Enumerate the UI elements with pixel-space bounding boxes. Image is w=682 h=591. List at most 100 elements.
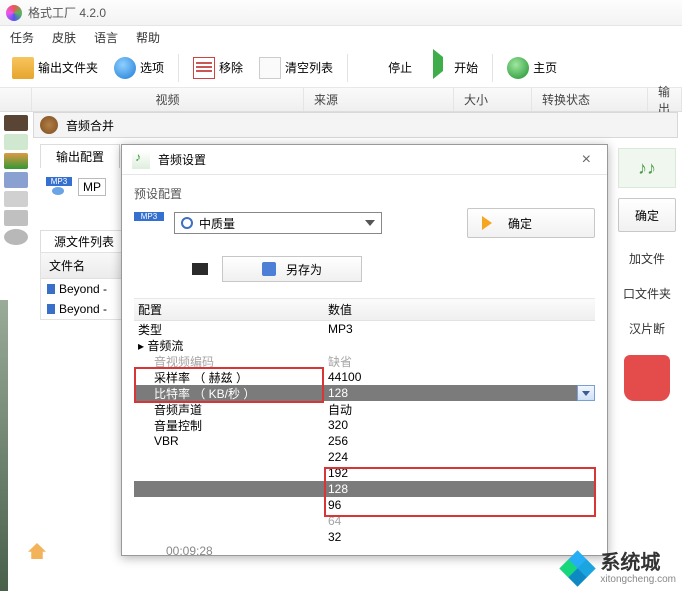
dropdown-256[interactable]: 256 — [324, 434, 595, 448]
row-bitrate-label[interactable]: 比特率 （ KB/秒 ） — [134, 385, 324, 402]
ok-right-button[interactable]: 确定 — [618, 198, 676, 232]
mp3-format-block: MP — [46, 174, 106, 200]
window-title: 格式工厂 4.2.0 — [28, 4, 106, 21]
clear-button[interactable]: 清空列表 — [253, 54, 339, 82]
merge-icon — [40, 116, 58, 134]
dial-icon — [181, 217, 193, 229]
start-button[interactable]: 开始 — [422, 54, 484, 82]
col-status[interactable]: 转换状态 — [532, 88, 648, 111]
quality-value: 中质量 — [199, 215, 235, 232]
arrow-right-icon — [482, 216, 492, 230]
row-vbr-label[interactable]: VBR — [134, 434, 324, 448]
col-output[interactable]: 输出 — [648, 88, 682, 111]
menu-task[interactable]: 任务 — [10, 29, 34, 46]
cat-doc-icon[interactable] — [4, 172, 28, 188]
dropdown-128[interactable]: 128 — [324, 482, 595, 496]
dialog-ok-button[interactable]: 确定 — [467, 208, 595, 238]
row-codec-label: 音视频编码 — [134, 353, 324, 370]
cat-device-icon[interactable] — [4, 191, 28, 207]
add-file-label[interactable]: 加文件 — [618, 250, 676, 267]
mp3-label[interactable]: MP — [78, 178, 106, 196]
menu-skin[interactable]: 皮肤 — [52, 29, 76, 46]
home-button[interactable]: 主页 — [501, 54, 563, 82]
watermark-logo: 系统城xitongcheng.com — [562, 552, 676, 585]
menu-help[interactable]: 帮助 — [136, 29, 160, 46]
remove-button[interactable]: 移除 — [187, 54, 249, 82]
dropdown-96[interactable]: 96 — [324, 498, 595, 512]
output-config-tab[interactable]: 输出配置 — [40, 144, 120, 168]
home-icon[interactable] — [28, 543, 46, 559]
right-panel: ♪♪ 确定 加文件 口文件夹 汉片断 — [612, 144, 682, 407]
column-headers: 视频 来源 大小 转换状态 输出 — [0, 88, 682, 112]
row-type-value: MP3 — [324, 322, 595, 336]
dialog-titlebar: 音频设置 × — [122, 145, 607, 175]
dropdown-320[interactable]: 320 — [324, 418, 595, 432]
open-folder-label[interactable]: 口文件夹 — [618, 285, 676, 302]
preset-label: 预设配置 — [134, 185, 595, 202]
dropdown-arrow-button[interactable] — [577, 385, 595, 401]
dropdown-32[interactable]: 32 — [324, 530, 595, 544]
settings-grid: 配置 数值 类型MP3 ▸ 音频流 音视频编码缺省 采样率 （ 赫兹 ）4410… — [134, 298, 595, 545]
merge-label: 音频合并 — [66, 117, 114, 134]
row-stream-label[interactable]: ▸ 音频流 — [134, 337, 324, 354]
category-sidebar — [0, 112, 32, 248]
music-thumb: ♪♪ — [618, 148, 676, 188]
row-volume-label[interactable]: 音量控制 — [134, 417, 324, 434]
stop-button[interactable]: 停止 — [356, 54, 418, 82]
dropdown-64[interactable]: 64 — [324, 514, 595, 528]
source-file-row[interactable]: Beyond - — [41, 279, 129, 299]
audio-merge-bar: 音频合并 — [33, 112, 678, 138]
main-toolbar: 输出文件夹 选项 移除 清空列表 停止 开始 主页 — [0, 48, 682, 88]
cat-disc-icon[interactable] — [4, 210, 28, 226]
folder-icon — [12, 57, 34, 79]
source-list-tab[interactable]: 源文件列表 — [40, 230, 128, 252]
row-channel-label[interactable]: 音频声道 — [134, 401, 324, 418]
menu-lang[interactable]: 语言 — [94, 29, 118, 46]
grid-col-value[interactable]: 数值 — [324, 301, 595, 318]
globe-icon — [507, 57, 529, 79]
cat-other-icon[interactable] — [4, 229, 28, 245]
window-titlebar: 格式工厂 4.2.0 — [0, 0, 682, 26]
col-size[interactable]: 大小 — [454, 88, 532, 111]
duration-text: 00:09:28 — [166, 544, 213, 558]
app-icon — [6, 5, 22, 21]
quality-combobox[interactable]: 中质量 — [174, 212, 382, 234]
clear-icon — [259, 57, 281, 79]
mp3-icon — [46, 174, 72, 200]
col-video[interactable]: 视频 — [32, 88, 304, 111]
row-codec-value: 缺省 — [324, 353, 595, 370]
dropdown-192[interactable]: 192 — [324, 466, 595, 480]
dialog-close-button[interactable]: × — [576, 151, 597, 169]
dialog-title: 音频设置 — [158, 151, 206, 168]
row-type-label: 类型 — [134, 321, 324, 338]
output-folder-button[interactable]: 输出文件夹 — [6, 54, 104, 82]
music-note-icon — [47, 284, 55, 294]
cat-audio-icon[interactable] — [4, 134, 28, 150]
disk-icon — [262, 262, 276, 276]
col-source[interactable]: 来源 — [304, 88, 454, 111]
headphone-icon — [624, 355, 670, 401]
status-bar: 00:09:28 — [28, 543, 213, 559]
stop-icon — [362, 57, 384, 79]
source-col-name[interactable]: 文件名 — [41, 253, 129, 279]
terminal-icon — [192, 263, 208, 275]
chevron-down-icon — [365, 220, 375, 226]
cat-video-icon[interactable] — [4, 115, 28, 131]
music-settings-icon — [132, 151, 150, 169]
source-file-list: 文件名 Beyond - Beyond - — [40, 252, 130, 320]
row-channel-value: 自动 — [324, 401, 595, 418]
row-bitrate-value: 128 — [324, 386, 595, 400]
options-icon — [114, 57, 136, 79]
dropdown-224[interactable]: 224 — [324, 450, 595, 464]
source-file-row[interactable]: Beyond - — [41, 299, 129, 319]
snip-label[interactable]: 汉片断 — [618, 320, 676, 337]
audio-settings-dialog: 音频设置 × 预设配置 中质量 确定 另存为 配置 — [121, 144, 608, 556]
music-note-icon — [47, 304, 55, 314]
save-as-button[interactable]: 另存为 — [222, 256, 362, 282]
menu-bar: 任务 皮肤 语言 帮助 — [0, 26, 682, 48]
row-sample-label[interactable]: 采样率 （ 赫兹 ） — [134, 369, 324, 386]
options-button[interactable]: 选项 — [108, 54, 170, 82]
cat-image-icon[interactable] — [4, 153, 28, 169]
grid-col-config[interactable]: 配置 — [134, 301, 324, 318]
play-icon — [428, 57, 450, 79]
